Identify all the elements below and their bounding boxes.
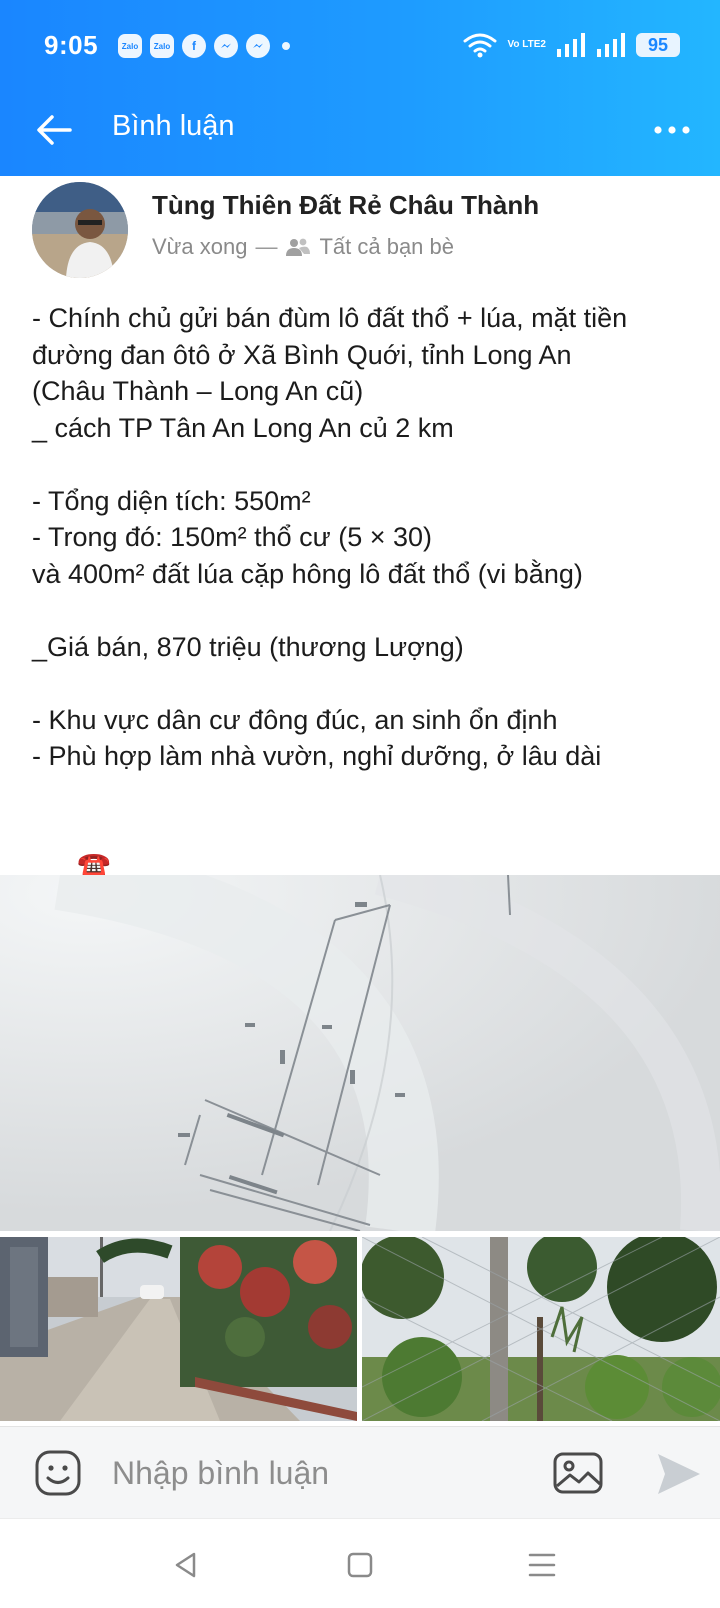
signal-icon [597,33,625,57]
comment-bar [0,1426,720,1518]
content-line: - Trong đó: 150m² thổ cư (5 × 30) [32,522,433,552]
facebook-icon: f [182,34,206,58]
zalo-icon: Zalo [150,34,174,58]
plot-map-image [0,875,720,1231]
messenger-icon [214,34,238,58]
send-icon [658,1454,700,1494]
status-time: 9:05 [44,30,99,60]
content-line: _Giá bán, 870 triệu (thương Lượng) [32,631,464,662]
wifi-icon [463,33,497,58]
content-line [32,592,702,629]
post-time: Vừa xong [152,234,248,259]
sticker-emoji-icon [35,1450,81,1496]
battery-indicator: 95 [636,33,680,57]
signal-icon [557,33,585,57]
messenger-icon [246,34,270,58]
back-button[interactable] [32,108,76,152]
image-icon [553,1452,603,1494]
garden-photo-image [362,1237,720,1421]
system-icons: Vo LTE2 95 [463,32,680,58]
avatar[interactable] [32,182,128,278]
volte-label: Vo LTE2 [507,39,546,50]
content-line: - Tổng diện tích: 550m² [32,485,311,516]
content-line: - Phù hợp làm nhà vườn, nghỉ dưỡng, ở lâ… [32,741,602,771]
nav-home-button[interactable] [342,1547,378,1583]
post-author[interactable]: Tùng Thiên Đất Rẻ Châu Thành [152,190,539,221]
more-horizontal-icon [654,126,690,134]
nav-recents-button[interactable] [524,1547,560,1583]
arrow-left-icon [37,115,72,145]
triangle-back-icon [175,1552,196,1578]
send-button[interactable] [654,1451,702,1497]
zalo-icon: Zalo [118,34,142,58]
post-photo-plot-map[interactable] [0,875,720,1231]
content-line: - Chính chủ gửi bán đùm lô đất thổ + lúa… [32,303,628,333]
system-navigation-bar [0,1518,720,1608]
square-home-icon [347,1552,373,1578]
post-photo-road[interactable] [0,1237,357,1421]
meta-separator: — [255,234,278,259]
page-title: Bình luận [112,110,235,142]
post-photo-garden[interactable] [362,1237,720,1421]
more-notifications-dot-icon [282,42,290,50]
content-line: - Khu vực dân cư đông đúc, an sinh ổn đị… [32,704,558,735]
content-line: (Châu Thành – Long An cũ) [32,376,364,406]
notification-icons: Zalo Zalo f [118,34,290,58]
content-line: và 400m² đất lúa cặp hông lô đất thổ (vi… [32,558,583,589]
content-line: _ cách TP Tân An Long An củ 2 km [32,412,454,443]
post-privacy: Tất cả bạn bè [319,234,455,259]
header: 9:05 Zalo Zalo f Vo LTE2 95 Bình luận [0,0,720,176]
avatar-image [32,182,128,278]
content-line [32,446,702,483]
comment-input[interactable] [112,1447,532,1499]
app-bar: Bình luận [0,96,720,176]
menu-lines-icon [528,1553,556,1577]
content-line [32,665,702,702]
content-line: đường đan ôtô ở Xã Bình Quới, tỉnh Long … [32,339,572,370]
post-meta: Vừa xong — Tất cả bạn bè [152,234,454,260]
road-photo-image [0,1237,357,1421]
attach-image-button[interactable] [552,1449,604,1497]
emoji-button[interactable] [34,1449,82,1497]
more-options-button[interactable] [648,108,696,152]
friends-icon [286,238,311,256]
nav-back-button[interactable] [168,1547,204,1583]
content-line [32,775,702,812]
status-bar: 9:05 Zalo Zalo f Vo LTE2 95 [0,0,720,96]
